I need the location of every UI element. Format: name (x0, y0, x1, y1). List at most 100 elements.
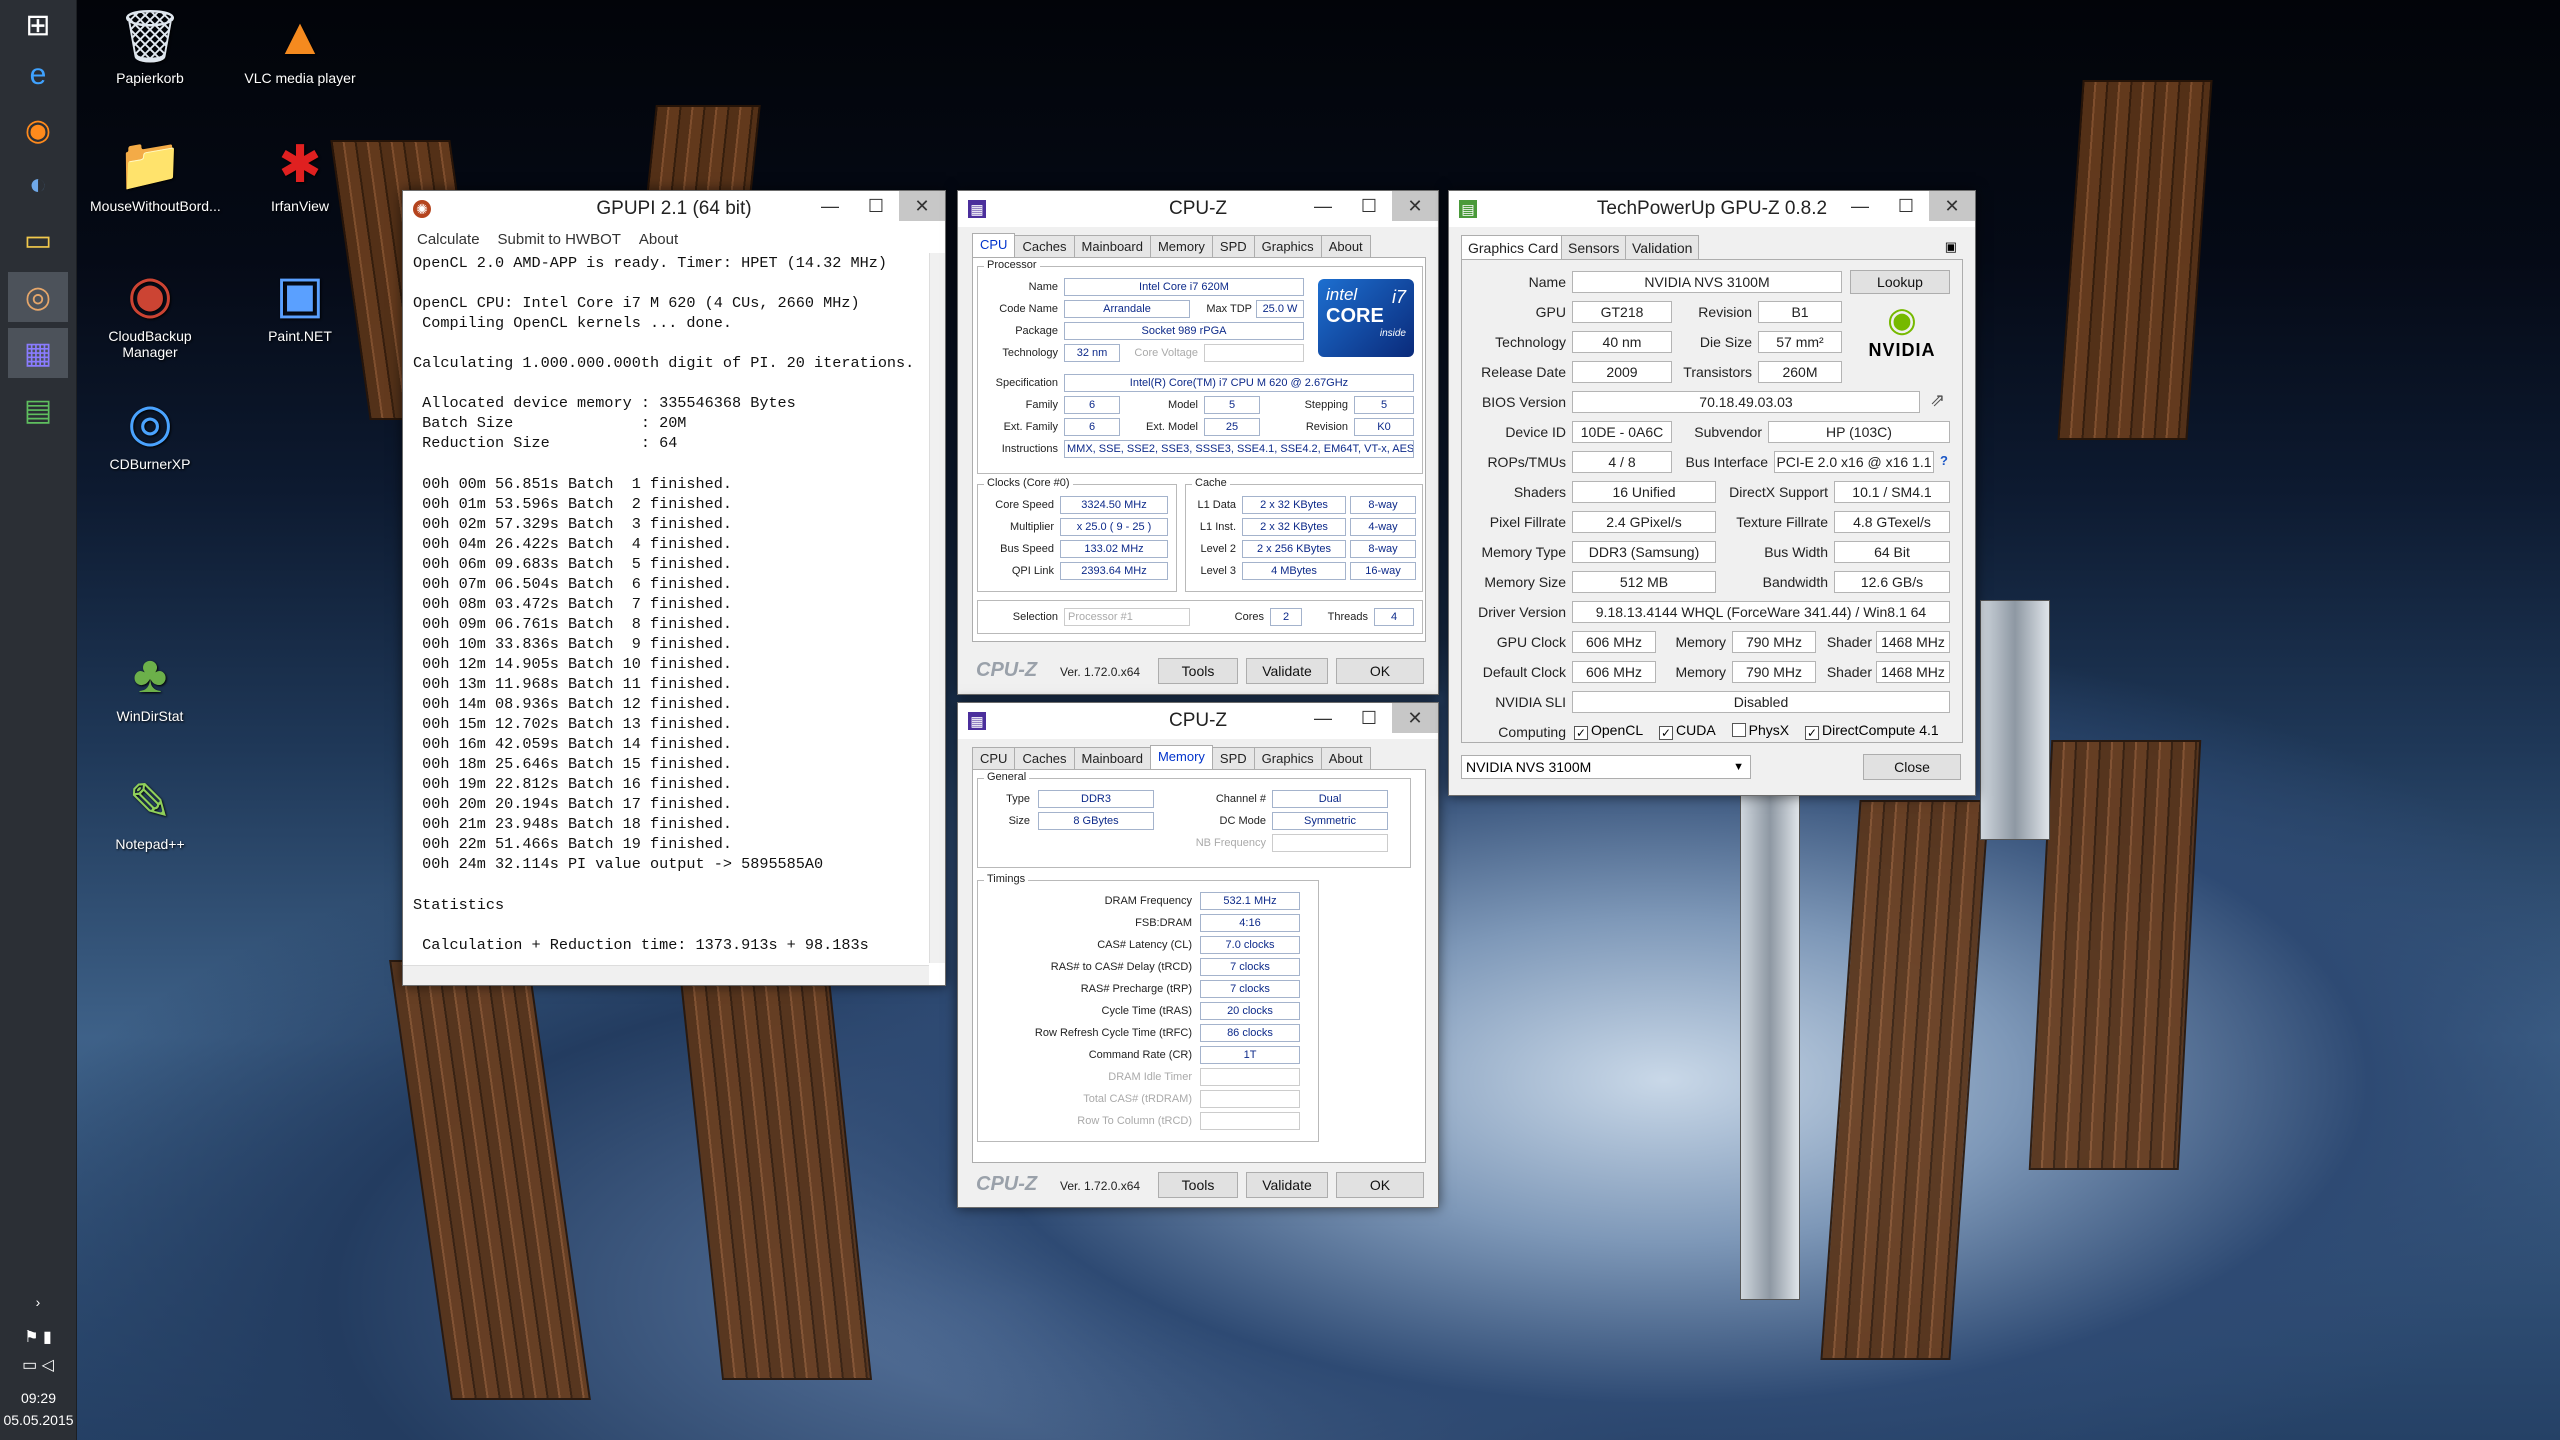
selection-label: Selection (1012, 611, 1058, 623)
gpuz-taskbar-icon[interactable]: ▤ (8, 385, 68, 435)
timing-value (1200, 1112, 1300, 1130)
gpupi-horizontal-scrollbar[interactable] (403, 965, 929, 985)
nb-frequency-label: NB Frequency (1195, 837, 1266, 849)
memory-clock-value: 790 MHz (1732, 631, 1816, 653)
close-button[interactable]: ✕ (1929, 191, 1975, 221)
cores-label: Cores (1234, 611, 1264, 623)
tab-about[interactable]: About (1320, 747, 1371, 769)
taskbar-time[interactable]: 09:29 (0, 1390, 77, 1406)
tray-icons[interactable]: ⚑ ▮ (8, 1324, 68, 1350)
specification-label: Specification (995, 377, 1058, 389)
share-icon[interactable]: ⇗ (1930, 390, 1945, 411)
taskbar-date[interactable]: 05.05.2015 (0, 1412, 77, 1428)
minimize-button[interactable]: — (1837, 191, 1883, 221)
maximize-button[interactable]: ☐ (1883, 191, 1929, 221)
device-id-label: Device ID (1505, 424, 1566, 440)
close-button[interactable]: ✕ (1392, 191, 1438, 221)
cpuz-titlebar[interactable]: ▦ CPU-Z — ☐ ✕ (958, 191, 1438, 227)
network-volume-icons[interactable]: ▭ ◁ (8, 1352, 68, 1378)
menu-about[interactable]: About (639, 231, 678, 248)
tab-memory[interactable]: Memory (1149, 745, 1213, 769)
tools-button[interactable]: Tools (1158, 658, 1238, 684)
driver-version-value: 9.18.13.4144 WHQL (ForceWare 341.44) / W… (1572, 601, 1950, 623)
desktop-icon-recycle-bin[interactable]: 🗑 Papierkorb (90, 4, 210, 86)
desktop-icon-mousewithoutborders[interactable]: 📁 MouseWithoutBord... (90, 132, 221, 214)
tools-button[interactable]: Tools (1158, 1172, 1238, 1198)
tab-graphics[interactable]: Graphics (1253, 235, 1322, 257)
directcompute-checkbox[interactable]: ✓ DirectCompute 4.1 (1804, 722, 1939, 740)
pixel-fillrate-value: 2.4 GPixel/s (1572, 511, 1716, 533)
gpupi-vertical-scrollbar[interactable] (929, 253, 945, 963)
name-label: Name (1028, 281, 1058, 293)
dc-mode-value: Symmetric (1272, 812, 1388, 830)
timing-label: Command Rate (CR) (1088, 1049, 1192, 1061)
tab-cpu[interactable]: CPU (972, 747, 1016, 769)
computing-checkboxes: ✓ OpenCL ✓ CUDA PhysX ✓ DirectCompute 4.1 (1574, 722, 1939, 740)
solar-panel-decoration (2057, 80, 2213, 440)
desktop-icon-cloudbackup[interactable]: ◉ CloudBackup Manager (90, 262, 210, 360)
timing-value: 532.1 MHz (1200, 892, 1300, 910)
solar-panel-decoration (1820, 800, 1990, 1360)
tab-mainboard[interactable]: Mainboard (1073, 235, 1151, 257)
maximize-button[interactable]: ☐ (1346, 703, 1392, 733)
close-button[interactable]: ✕ (899, 191, 945, 221)
opencl-checkbox[interactable]: ✓ OpenCL (1574, 722, 1643, 740)
minimize-button[interactable]: — (807, 191, 853, 221)
firefox-icon[interactable]: ◉ (8, 105, 68, 155)
tab-about[interactable]: About (1320, 235, 1371, 257)
physx-checkbox[interactable]: PhysX (1731, 722, 1789, 738)
desktop-icon-notepadpp[interactable]: ✎ Notepad++ (90, 770, 210, 852)
dc-mode-label: DC Mode (1219, 815, 1266, 827)
file-explorer-icon[interactable]: ▭ (8, 215, 68, 265)
tab-caches[interactable]: Caches (1014, 747, 1075, 769)
menu-submit-hwbot[interactable]: Submit to HWBOT (498, 231, 621, 248)
tab-graphics-card[interactable]: Graphics Card (1461, 235, 1566, 259)
ok-button[interactable]: OK (1336, 658, 1424, 684)
tab-memory[interactable]: Memory (1149, 235, 1213, 257)
gpupi-console-output[interactable]: OpenCL 2.0 AMD-APP is ready. Timer: HPET… (409, 253, 927, 963)
tab-spd[interactable]: SPD (1211, 747, 1255, 769)
desktop-icon-vlc[interactable]: ▲ VLC media player (240, 4, 360, 86)
desktop-icon-paintnet[interactable]: ▣ Paint.NET (240, 262, 360, 344)
processor-select[interactable]: Processor #1 (1064, 608, 1190, 626)
l1-inst-value: 2 x 32 KBytes (1242, 518, 1346, 536)
tab-caches[interactable]: Caches (1014, 235, 1075, 257)
internet-explorer-icon[interactable]: e (8, 50, 68, 100)
gpu-select-dropdown[interactable]: NVIDIA NVS 3100M ▼ (1461, 755, 1751, 779)
gpuz-titlebar[interactable]: ▤ TechPowerUp GPU-Z 0.8.2 — ☐ ✕ (1449, 191, 1975, 227)
transistors-label: Transistors (1683, 364, 1752, 380)
desktop-icon-cdburnerxp[interactable]: ◎ CDBurnerXP (90, 390, 210, 472)
maximize-button[interactable]: ☐ (1346, 191, 1392, 221)
desktop-icon-irfanview[interactable]: ✱ IrfanView (240, 132, 360, 214)
cpuz-taskbar-icon[interactable]: ▦ (8, 328, 68, 378)
camera-icon[interactable]: ▣ (1945, 239, 1957, 255)
close-button[interactable]: ✕ (1392, 703, 1438, 733)
minimize-button[interactable]: — (1300, 191, 1346, 221)
menu-calculate[interactable]: Calculate (417, 231, 480, 248)
minimize-button[interactable]: — (1300, 703, 1346, 733)
cpuz-titlebar[interactable]: ▦ CPU-Z — ☐ ✕ (958, 703, 1438, 739)
help-icon[interactable]: ? (1940, 453, 1948, 468)
tab-mainboard[interactable]: Mainboard (1073, 747, 1151, 769)
maximize-button[interactable]: ☐ (853, 191, 899, 221)
tab-spd[interactable]: SPD (1211, 235, 1255, 257)
tab-graphics[interactable]: Graphics (1253, 747, 1322, 769)
validate-button[interactable]: Validate (1246, 1172, 1328, 1198)
show-more-chevron-icon[interactable]: › (8, 1290, 68, 1314)
cuda-checkbox[interactable]: ✓ CUDA (1659, 722, 1716, 740)
tab-cpu[interactable]: CPU (972, 233, 1016, 257)
gpupi-titlebar[interactable]: ✺ GPUPI 2.1 (64 bit) — ☐ ✕ (403, 191, 945, 227)
lookup-button[interactable]: Lookup (1850, 270, 1950, 294)
directx-value: 10.1 / SM4.1 (1834, 481, 1950, 503)
group-title: Timings (984, 873, 1029, 885)
close-button-footer[interactable]: Close (1863, 754, 1961, 780)
windows-start-icon[interactable]: ⊞ (8, 0, 68, 50)
ok-button[interactable]: OK (1336, 1172, 1424, 1198)
desktop-icon-windirstat[interactable]: ♣ WinDirStat (90, 642, 210, 724)
gpu-value: GT218 (1572, 301, 1672, 323)
thunderbird-icon[interactable]: ◐ (8, 160, 68, 210)
gpupi-taskbar-icon[interactable]: ◎ (8, 272, 68, 322)
validate-button[interactable]: Validate (1246, 658, 1328, 684)
tab-sensors[interactable]: Sensors (1561, 235, 1627, 259)
tab-validation[interactable]: Validation (1625, 235, 1700, 259)
